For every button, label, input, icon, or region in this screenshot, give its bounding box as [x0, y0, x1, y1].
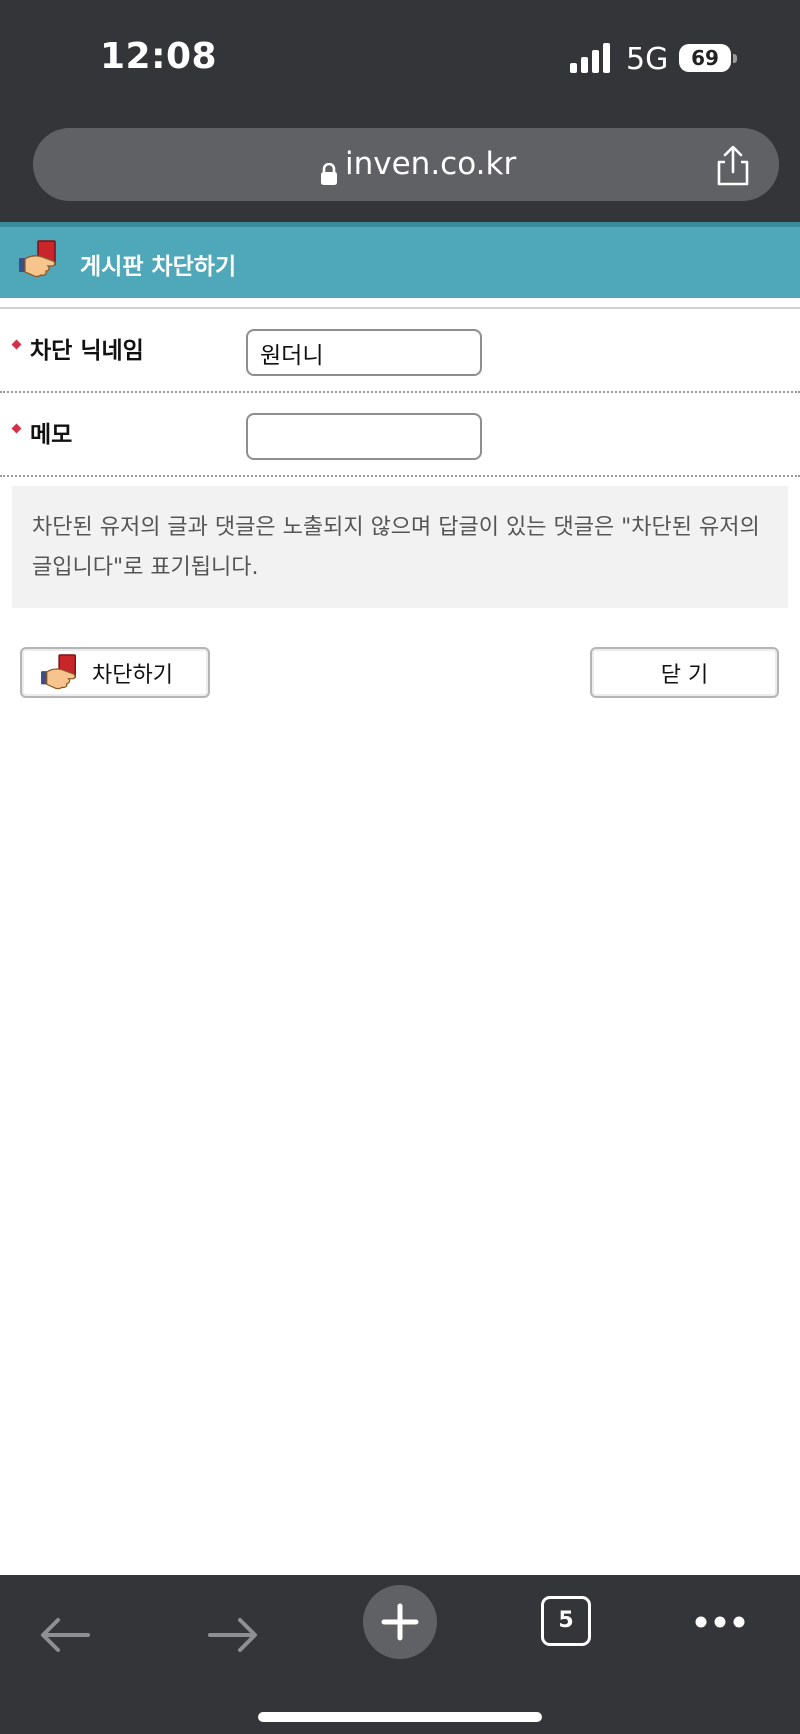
- status-bar: 12:08 5G 69: [0, 0, 800, 118]
- tabs-icon[interactable]: 5: [541, 1596, 591, 1646]
- memo-label: 메모: [30, 422, 73, 448]
- required-bullet: [11, 423, 22, 434]
- new-tab-button[interactable]: [363, 1585, 437, 1659]
- page-header: 게시판 차단하기: [0, 222, 800, 298]
- battery-indicator: 69: [679, 44, 731, 72]
- memo-input[interactable]: [246, 413, 482, 460]
- red-card-hand-icon: [19, 240, 56, 278]
- page-title: 게시판 차단하기: [80, 254, 237, 280]
- lock-icon: [321, 163, 337, 185]
- forward-arrow-icon[interactable]: [208, 1617, 258, 1653]
- back-arrow-icon[interactable]: [40, 1617, 90, 1653]
- home-indicator: [258, 1712, 542, 1722]
- signal-icon: [570, 43, 610, 73]
- battery-cap: [733, 54, 737, 63]
- block-button[interactable]: 차단하기: [20, 647, 210, 698]
- close-button-label: 닫 기: [660, 662, 709, 688]
- nickname-input[interactable]: [246, 329, 482, 376]
- nickname-row: 차단 닉네임: [0, 309, 800, 393]
- nickname-label: 차단 닉네임: [30, 338, 144, 364]
- address-bar[interactable]: inven.co.kr: [33, 128, 779, 201]
- block-button-label: 차단하기: [92, 662, 173, 688]
- plus-icon: [381, 1603, 419, 1641]
- url-text: inven.co.kr: [345, 146, 517, 182]
- required-bullet: [11, 339, 22, 350]
- browser-toolbar: 5: [0, 1575, 800, 1734]
- red-card-hand-icon: [41, 654, 76, 690]
- memo-row: 메모: [0, 393, 800, 477]
- block-notice: 차단된 유저의 글과 댓글은 노출되지 않으며 답글이 있는 댓글은 "차단된 …: [12, 486, 788, 608]
- row-divider: [0, 475, 800, 477]
- status-time: 12:08: [100, 36, 218, 77]
- browser-chrome: inven.co.kr: [0, 118, 800, 222]
- share-icon[interactable]: [713, 146, 753, 186]
- close-button[interactable]: 닫 기: [590, 647, 779, 698]
- more-icon[interactable]: [694, 1615, 746, 1629]
- network-type: 5G: [626, 42, 669, 77]
